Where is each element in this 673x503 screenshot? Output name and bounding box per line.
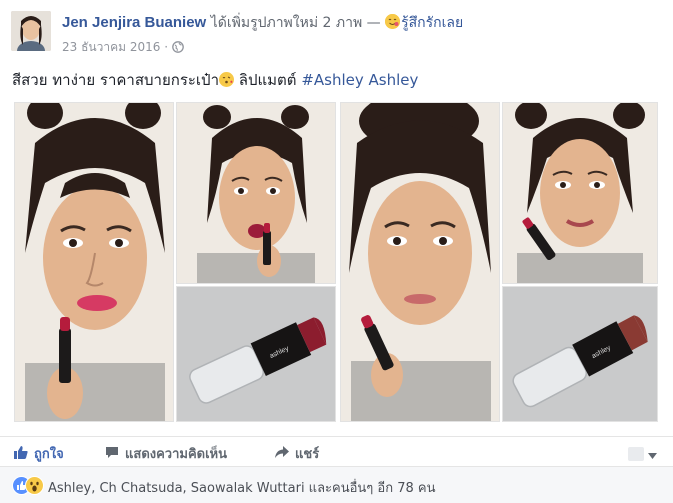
like-button[interactable]: ถูกใจ: [14, 443, 64, 464]
wow-reaction-icon: [25, 476, 44, 495]
hashtag-link[interactable]: #Ashley: [301, 71, 363, 89]
globe-icon[interactable]: [172, 41, 184, 56]
photo-lipstick-2[interactable]: ashley: [502, 286, 658, 422]
reactions-bar[interactable]: Ashley, Ch Chatsuda, Saowalak Wuttari แล…: [0, 466, 673, 503]
caption-text: สีสวย ทาง่าย ราคาสบายกระเป๋า: [12, 71, 219, 89]
post-caption: สีสวย ทาง่าย ราคาสบายกระเป๋า ลิปแมตต์ #A…: [12, 68, 418, 92]
photo-selfie-4[interactable]: [502, 102, 658, 284]
post-as-selector[interactable]: [628, 444, 657, 463]
divider: [0, 436, 673, 437]
page-avatar-icon: [628, 446, 644, 461]
feeling-label[interactable]: รู้สึกรักเลย: [401, 15, 463, 31]
facebook-post: Jen Jenjira Buaniew ได้เพิ่มรูปภาพใหม่ 2…: [0, 0, 673, 503]
comment-icon: [105, 445, 119, 463]
photo-lipstick-1[interactable]: ashley: [176, 286, 336, 422]
author-name[interactable]: Jen Jenjira Buaniew: [62, 14, 206, 31]
hashtag-link-tail[interactable]: Ashley: [369, 71, 419, 89]
share-button[interactable]: แชร์: [275, 443, 319, 464]
share-label: แชร์: [295, 447, 320, 462]
post-timestamp[interactable]: 23 ธันวาคม 2016: [62, 40, 160, 54]
caption-text-rest: ลิปแมตต์: [238, 71, 297, 89]
comment-label: แสดงความคิดเห็น: [125, 447, 228, 462]
avatar[interactable]: [11, 11, 51, 51]
photo-selfie-2[interactable]: [176, 102, 336, 284]
kiss-emoji-icon: [219, 72, 234, 91]
photo-selfie-1[interactable]: [14, 102, 174, 422]
meta-separator: ·: [164, 40, 169, 54]
like-icon: [14, 445, 28, 463]
photo-grid: ashley ashley: [10, 98, 660, 428]
post-action-text: ได้เพิ่มรูปภาพใหม่ 2 ภาพ —: [210, 15, 381, 31]
comment-button[interactable]: แสดงความคิดเห็น: [105, 443, 227, 464]
share-icon: [275, 445, 289, 463]
chevron-down-icon: [648, 444, 657, 463]
photo-selfie-3[interactable]: [340, 102, 500, 422]
post-meta: 23 ธันวาคม 2016 ·: [62, 38, 184, 57]
reactions-summary[interactable]: Ashley, Ch Chatsuda, Saowalak Wuttari แล…: [48, 477, 435, 498]
like-label: ถูกใจ: [34, 447, 64, 462]
post-header: Jen Jenjira Buaniew ได้เพิ่มรูปภาพใหม่ 2…: [62, 12, 463, 34]
feeling-emoji-icon: [385, 14, 401, 29]
